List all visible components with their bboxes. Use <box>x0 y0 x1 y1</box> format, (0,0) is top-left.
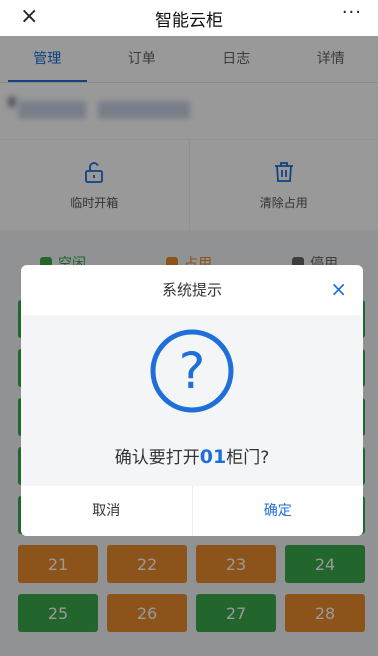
close-icon[interactable]: × <box>20 5 38 29</box>
page-title: 智能云柜 <box>155 10 223 31</box>
question-circle-icon: ? <box>149 328 235 418</box>
close-icon[interactable]: × <box>330 279 347 299</box>
cancel-button[interactable]: 取消 <box>21 486 192 536</box>
door-number: 01 <box>199 446 227 468</box>
confirm-button[interactable]: 确定 <box>191 486 364 536</box>
dialog-buttons: 取消 确定 <box>21 486 363 536</box>
dialog-title: 系统提示 <box>161 281 222 299</box>
system-prompt-dialog: 系统提示 × ? 确认要打开01柜门? 取消 确定 <box>21 265 363 536</box>
message-suffix: 柜门? <box>226 448 270 468</box>
svg-text:?: ? <box>179 342 206 400</box>
confirm-message: 确认要打开01柜门? <box>21 443 363 468</box>
dialog-body: ? 确认要打开01柜门? <box>21 315 363 486</box>
message-prefix: 确认要打开 <box>114 448 200 468</box>
top-bar: × 智能云柜 ··· <box>0 0 378 36</box>
more-icon[interactable]: ··· <box>342 2 362 23</box>
